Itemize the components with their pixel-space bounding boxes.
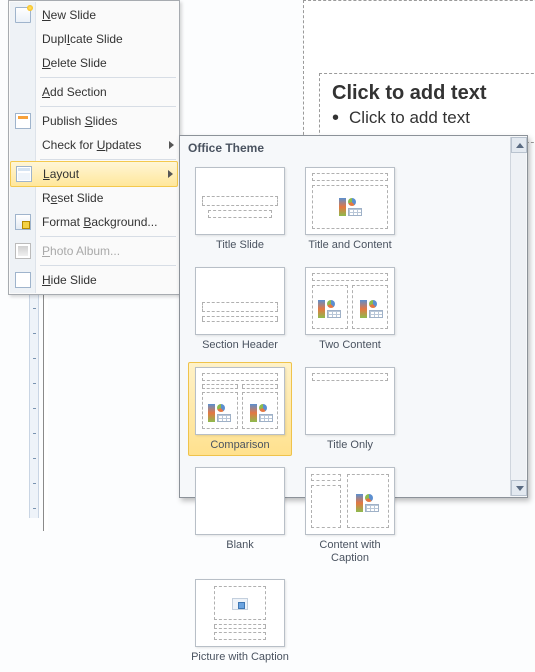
menu-photo-album: Photo Album... [10, 239, 178, 263]
menu-separator [40, 106, 176, 107]
menu-duplicate-slide[interactable]: DuplIcate Slide [10, 27, 178, 51]
publish-icon [15, 113, 31, 129]
menu-label: Reset Slide [42, 191, 103, 205]
gallery-header: Office Theme [180, 136, 527, 158]
layout-icon [16, 166, 32, 182]
layout-thumbnail [305, 367, 395, 435]
menu-label: Add Section [42, 85, 107, 99]
layout-label: Two Content [319, 339, 381, 353]
layout-option-blank[interactable]: Blank [188, 462, 292, 568]
layout-thumbnail [195, 467, 285, 535]
layout-gallery-flyout: Office Theme Title Slide Title and Conte… [179, 135, 528, 498]
menu-label: Publish Slides [42, 114, 117, 128]
photo-album-icon [15, 243, 31, 259]
layout-option-title-slide[interactable]: Title Slide [188, 162, 292, 256]
menu-label: Hide Slide [42, 273, 97, 287]
menu-label: Layout [43, 167, 79, 181]
menu-hide-slide[interactable]: Hide Slide [10, 268, 178, 292]
layout-label: Section Header [202, 339, 278, 353]
layout-option-comparison[interactable]: Comparison [188, 362, 292, 456]
content-body-placeholder[interactable]: •Click to add text [320, 107, 535, 130]
layout-label: Content with Caption [299, 539, 401, 565]
menu-label: Photo Album... [42, 244, 120, 258]
layout-label: Title and Content [308, 239, 391, 253]
menu-delete-slide[interactable]: Delete Slide [10, 51, 178, 75]
layout-label: Title Slide [216, 239, 264, 253]
layout-option-title-content[interactable]: Title and Content [298, 162, 402, 256]
scroll-up-button[interactable] [511, 137, 527, 153]
submenu-arrow-icon [169, 141, 174, 149]
menu-new-slide[interactable]: New Slide [10, 3, 178, 27]
layout-option-section-header[interactable]: Section Header [188, 262, 292, 356]
layout-option-content-caption[interactable]: Content with Caption [298, 462, 402, 568]
menu-separator [40, 159, 176, 160]
slide-context-menu: New Slide DuplIcate Slide Delete Slide A… [8, 0, 180, 295]
layout-thumbnail [305, 167, 395, 235]
menu-layout[interactable]: Layout [10, 161, 178, 187]
menu-label: Format Background... [42, 215, 157, 229]
layout-label: Picture with Caption [191, 651, 289, 665]
menu-format-background[interactable]: Format Background... [10, 210, 178, 234]
layout-gallery: Title Slide Title and Content Section He… [180, 158, 510, 672]
menu-reset-slide[interactable]: Reset Slide [10, 186, 178, 210]
content-title-placeholder[interactable]: Click to add text [320, 74, 535, 107]
menu-separator [40, 236, 176, 237]
layout-thumbnail [305, 267, 395, 335]
menu-check-updates[interactable]: Check for Updates [10, 133, 178, 157]
layout-thumbnail [195, 579, 285, 647]
menu-separator [40, 77, 176, 78]
scroll-down-button[interactable] [511, 480, 527, 496]
gallery-scrollbar[interactable] [510, 137, 526, 496]
menu-label: Check for Updates [42, 138, 141, 152]
menu-label: DuplIcate Slide [42, 32, 123, 46]
layout-label: Title Only [327, 439, 373, 453]
layout-option-title-only[interactable]: Title Only [298, 362, 402, 456]
menu-add-section[interactable]: Add Section [10, 80, 178, 104]
layout-thumbnail [305, 467, 395, 535]
slide-edge [43, 271, 48, 531]
slide-content-placeholder[interactable]: Click to add text •Click to add text [319, 73, 535, 143]
layout-option-picture-caption[interactable]: Picture with Caption [188, 574, 292, 668]
menu-label: New Slide [42, 8, 96, 22]
new-slide-icon [15, 7, 31, 23]
layout-label: Blank [226, 539, 254, 553]
menu-separator [40, 265, 176, 266]
hide-slide-icon [15, 272, 31, 288]
layout-thumbnail [195, 367, 285, 435]
layout-option-two-content[interactable]: Two Content [298, 262, 402, 356]
picture-placeholder-icon [232, 598, 248, 610]
layout-thumbnail [195, 167, 285, 235]
layout-label: Comparison [210, 439, 269, 453]
bullet-icon: • [332, 107, 349, 129]
menu-publish-slides[interactable]: Publish Slides [10, 109, 178, 133]
body-placeholder-text: Click to add text [349, 108, 470, 127]
layout-thumbnail [195, 267, 285, 335]
vertical-ruler[interactable] [29, 258, 39, 518]
submenu-arrow-icon [168, 170, 173, 178]
menu-label: Delete Slide [42, 56, 107, 70]
format-background-icon [15, 214, 31, 230]
